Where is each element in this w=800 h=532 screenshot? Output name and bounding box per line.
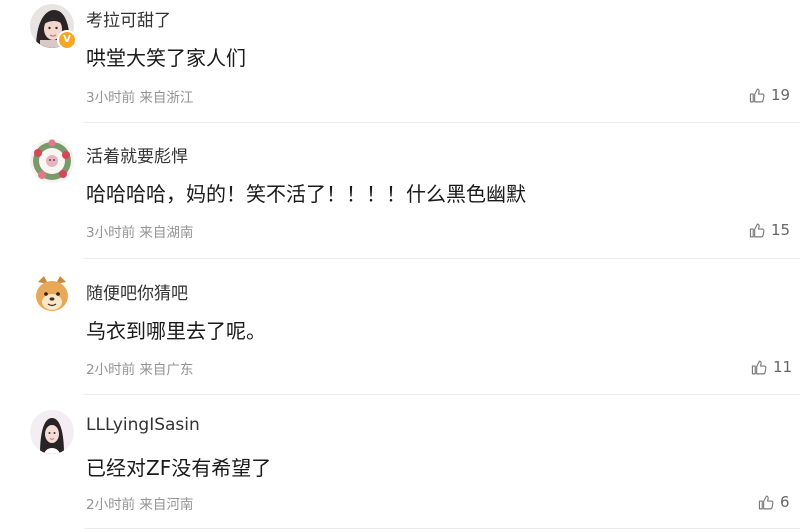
comment-time: 2小时前 (86, 362, 136, 378)
comment-location: 来自湖南 (139, 225, 194, 241)
like-count: 11 (773, 358, 793, 376)
like-button[interactable]: 11 (751, 358, 792, 376)
divider (84, 528, 800, 529)
like-button[interactable]: 15 (749, 221, 790, 239)
thumbs-up-icon (749, 223, 765, 237)
username[interactable]: LLLyingISasin (86, 415, 200, 435)
comment-time: 3小时前 (86, 225, 136, 241)
avatar[interactable] (30, 139, 74, 183)
comment-meta: 2小时前 来自河南 (86, 493, 193, 513)
comment-text: 已经对ZF没有希望了 (86, 456, 272, 480)
thumbs-up-icon (751, 360, 767, 374)
comment-meta: 3小时前 来自湖南 (86, 221, 193, 241)
floral-wreath-avatar-icon (30, 139, 74, 183)
thumbs-up-icon (758, 495, 774, 509)
comment-text: 哄堂大笑了家人们 (86, 46, 246, 70)
like-button[interactable]: 6 (758, 493, 790, 511)
cartoon-dog-avatar-icon (30, 272, 74, 316)
verified-badge: V (57, 30, 77, 50)
comment-text: 哈哈哈哈，妈的！笑不活了！！！！什么黑色幽默 (86, 182, 526, 206)
comment-text: 乌衣到哪里去了呢。 (86, 319, 266, 343)
like-count: 15 (771, 221, 791, 239)
comment-location: 来自广东 (139, 362, 194, 378)
comment-location: 来自浙江 (139, 90, 194, 106)
comment-location: 来自河南 (139, 497, 194, 513)
thumbs-up-icon (749, 88, 765, 102)
comment-time: 2小时前 (86, 497, 136, 513)
comment-meta: 2小时前 来自广东 (86, 358, 193, 378)
like-button[interactable]: 19 (749, 86, 790, 104)
comment-meta: 3小时前 来自浙江 (86, 86, 193, 106)
comment-item: V 考拉可甜了 哄堂大笑了家人们 3小时前 来自浙江 19 (0, 0, 800, 122)
username[interactable]: 活着就要彪悍 (86, 142, 188, 167)
avatar[interactable] (30, 410, 74, 454)
comment-item: LLLyingISasin 已经对ZF没有希望了 2小时前 来自河南 6 (0, 395, 800, 532)
comment-item: 随便吧你猜吧 乌衣到哪里去了呢。 2小时前 来自广东 11 (0, 259, 800, 394)
avatar[interactable] (30, 272, 74, 316)
like-count: 6 (780, 493, 790, 511)
girl-portrait-avatar-icon (30, 410, 74, 454)
like-count: 19 (771, 86, 791, 104)
comment-item: 活着就要彪悍 哈哈哈哈，妈的！笑不活了！！！！什么黑色幽默 3小时前 来自湖南 … (0, 123, 800, 258)
comment-time: 3小时前 (86, 90, 136, 106)
username[interactable]: 随便吧你猜吧 (86, 279, 188, 304)
username[interactable]: 考拉可甜了 (86, 6, 171, 31)
